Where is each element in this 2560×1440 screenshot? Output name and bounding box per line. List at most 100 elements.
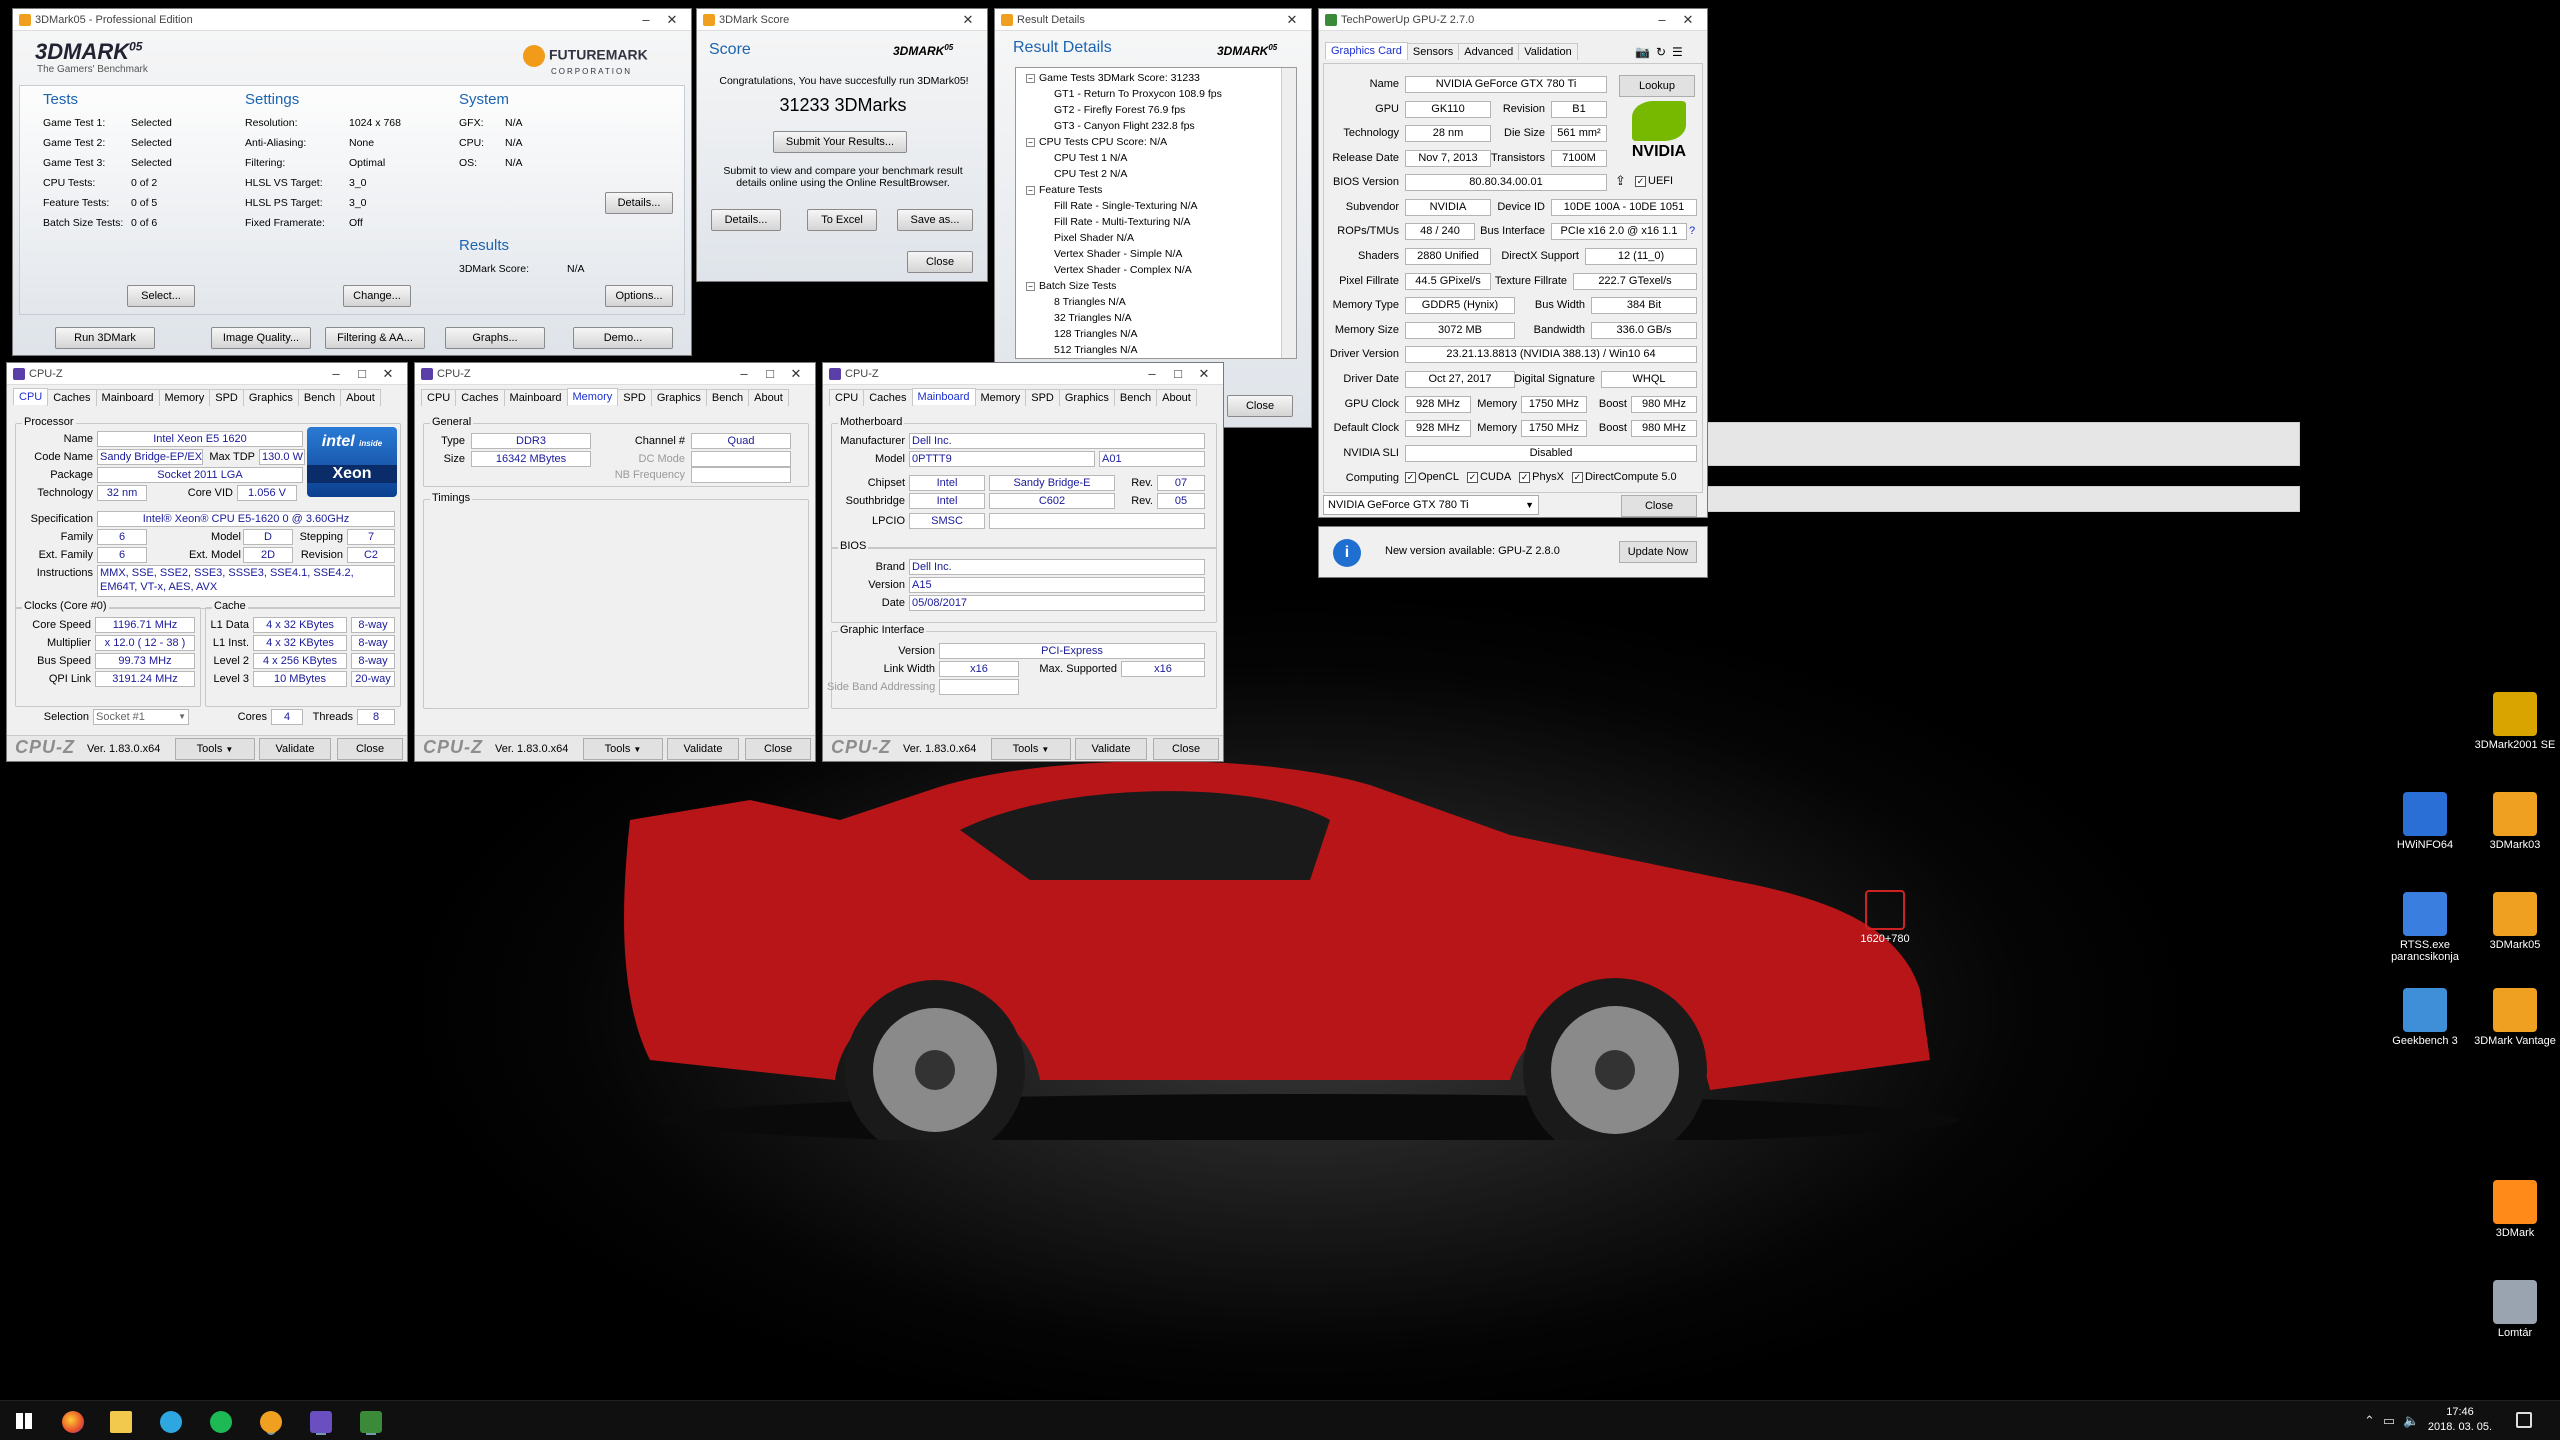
close-icon[interactable]: ✕ (955, 12, 981, 28)
tab-spd[interactable]: SPD (617, 389, 652, 406)
3dmark05-titlebar[interactable]: 3DMark05 - Professional Edition – ✕ (13, 9, 691, 31)
close-button[interactable]: Close (1621, 495, 1697, 517)
demo-button[interactable]: Demo... (573, 327, 673, 349)
close-icon[interactable]: ✕ (1191, 366, 1217, 382)
tab-mainboard[interactable]: Mainboard (95, 389, 160, 406)
gpuz-toolbar-icons[interactable]: 📷↻☰ (1635, 45, 1689, 59)
image-quality-button[interactable]: Image Quality... (211, 327, 311, 349)
tree-leaf[interactable]: 32 Triangles N/A (1054, 312, 1132, 324)
tree-leaf[interactable]: 8 Triangles N/A (1054, 296, 1126, 308)
uefi-checkbox[interactable]: ✓ UEFI (1635, 175, 1673, 187)
minimize-icon[interactable]: – (323, 366, 349, 381)
tree-leaf[interactable]: Vertex Shader - Complex N/A (1054, 264, 1192, 276)
tab-caches[interactable]: Caches (455, 389, 505, 406)
tree-leaf[interactable]: Pixel Shader N/A (1054, 232, 1134, 244)
tab-bench[interactable]: Bench (1113, 389, 1158, 406)
desktop-icon[interactable]: 3DMark05 (2470, 892, 2560, 951)
tab-about[interactable]: About (340, 389, 381, 406)
tab-caches[interactable]: Caches (863, 389, 913, 406)
socket-select[interactable]: Socket #1 ▼ (93, 709, 189, 725)
details-button[interactable]: Details... (605, 192, 673, 214)
cpuz-tabs[interactable]: CPU Caches Mainboard Memory SPD Graphics Bench… (13, 388, 381, 406)
tab-bench[interactable]: Bench (705, 389, 750, 406)
tab-graphics[interactable]: Graphics (242, 389, 299, 406)
close-button[interactable]: Close (337, 738, 403, 760)
close-button[interactable]: Close (1227, 395, 1293, 417)
tree-leaf[interactable]: GT2 - Firefly Forest 76.9 fps (1054, 104, 1185, 116)
update-now-button[interactable]: Update Now (1619, 541, 1697, 563)
cpuz-titlebar[interactable]: CPU-Z – □ ✕ (415, 363, 815, 385)
tree-collapse-icon[interactable]: − (1026, 138, 1035, 147)
lookup-button[interactable]: Lookup (1619, 75, 1695, 97)
tab-graphics-card[interactable]: Graphics Card (1325, 42, 1408, 59)
close-icon[interactable]: ✕ (1675, 12, 1701, 28)
close-icon[interactable]: ✕ (659, 12, 685, 28)
tree-leaf[interactable]: 128 Triangles N/A (1054, 328, 1137, 340)
tab-cpu[interactable]: CPU (829, 389, 865, 406)
tab-memory[interactable]: Memory (974, 389, 1027, 406)
tools-button[interactable]: Tools ▼ (991, 738, 1071, 760)
desktop-icon[interactable]: RTSS.exe parancsikonja (2380, 892, 2470, 963)
minimize-icon[interactable]: – (633, 12, 659, 27)
tab-about[interactable]: About (1156, 389, 1197, 406)
share-icon[interactable]: ⇪ (1615, 173, 1626, 189)
tab-cpu[interactable]: CPU (13, 388, 49, 405)
close-button[interactable]: Close (745, 738, 811, 760)
tab-cpu[interactable]: CPU (421, 389, 457, 406)
result-tree[interactable]: − Game Tests 3DMark Score: 31233 GT1 - Ret… (1015, 67, 1297, 359)
tab-memory[interactable]: Memory (158, 389, 211, 406)
tab-spd[interactable]: SPD (209, 389, 244, 406)
tray-icons[interactable]: ⌃▭🔈 (2364, 1413, 2427, 1429)
tree-node[interactable]: − Game Tests 3DMark Score: 31233 (1026, 72, 1200, 84)
minimize-icon[interactable]: – (1139, 366, 1165, 381)
desktop-icon[interactable]: 3DMark03 (2470, 792, 2560, 851)
options-button[interactable]: Options... (605, 285, 673, 307)
result-details-titlebar[interactable]: Result Details ✕ (995, 9, 1311, 31)
tab-memory[interactable]: Memory (566, 388, 619, 405)
score-titlebar[interactable]: 3DMark Score ✕ (697, 9, 987, 31)
tree-node[interactable]: − Batch Size Tests (1026, 280, 1116, 292)
cpuz-tabs[interactable]: CPU Caches Mainboard Memory SPD Graphics Bench… (829, 388, 1197, 406)
maximize-icon[interactable]: □ (1165, 366, 1191, 381)
run-3dmark-button[interactable]: Run 3DMark (55, 327, 155, 349)
cpuz-titlebar[interactable]: CPU-Z – □ ✕ (823, 363, 1223, 385)
minimize-icon[interactable]: – (1649, 12, 1675, 27)
tab-spd[interactable]: SPD (1025, 389, 1060, 406)
maximize-icon[interactable]: □ (349, 366, 375, 381)
gpu-select[interactable]: NVIDIA GeForce GTX 780 Ti ▼ (1323, 495, 1539, 515)
submit-results-button[interactable]: Submit Your Results... (773, 131, 907, 153)
close-icon[interactable]: ✕ (375, 366, 401, 382)
tree-leaf[interactable]: GT3 - Canyon Flight 232.8 fps (1054, 120, 1195, 132)
select-button[interactable]: Select... (127, 285, 195, 307)
tab-validation[interactable]: Validation (1518, 43, 1578, 60)
tab-bench[interactable]: Bench (297, 389, 342, 406)
tree-leaf[interactable]: GT1 - Return To Proxycon 108.9 fps (1054, 88, 1222, 100)
tab-graphics[interactable]: Graphics (650, 389, 707, 406)
tools-button[interactable]: Tools ▼ (583, 738, 663, 760)
computing-checkbox[interactable]: ✓ CUDA (1466, 471, 1511, 483)
cpuz-taskbar-icon[interactable] (310, 1411, 332, 1433)
3dmark05-window[interactable]: 3DMark05 - Professional Edition – ✕ 3DMARK… (12, 8, 692, 356)
change-button[interactable]: Change... (343, 285, 411, 307)
minimize-icon[interactable]: – (731, 366, 757, 381)
gpuz-titlebar[interactable]: TechPowerUp GPU-Z 2.7.0 – ✕ (1319, 9, 1707, 31)
close-icon[interactable]: ✕ (783, 366, 809, 382)
desktop-icon[interactable]: HWiNFO64 (2380, 792, 2470, 851)
tree-leaf[interactable]: 512 Triangles N/A (1054, 344, 1137, 356)
desktop-icon[interactable]: 3DMark Vantage (2470, 988, 2560, 1047)
tools-button[interactable]: Tools ▼ (175, 738, 255, 760)
tree-node[interactable]: − Feature Tests (1026, 184, 1102, 196)
tree-leaf[interactable]: Fill Rate - Multi-Texturing N/A (1054, 216, 1191, 228)
to-excel-button[interactable]: To Excel (807, 209, 877, 231)
tree-collapse-icon[interactable]: − (1026, 282, 1035, 291)
windows-start-icon[interactable] (16, 1413, 32, 1429)
gpuz-update-notice[interactable]: i New version available: GPU-Z 2.8.0 Upd… (1318, 526, 1708, 578)
telegram-icon[interactable] (160, 1411, 182, 1433)
gpuz-taskbar-icon[interactable] (360, 1411, 382, 1433)
cpuz-titlebar[interactable]: CPU-Z – □ ✕ (7, 363, 407, 385)
cpuz-mainboard-window[interactable]: CPU-Z – □ ✕ CPU Caches Mainboard Memory SPD Grap… (822, 362, 1224, 762)
desktop-icon[interactable]: Lomtár (2470, 1280, 2560, 1339)
desktop-icon[interactable]: 3DMark2001 SE (2470, 692, 2560, 751)
desktop-icon[interactable]: Geekbench 3 (2380, 988, 2470, 1047)
save-as-button[interactable]: Save as... (897, 209, 973, 231)
